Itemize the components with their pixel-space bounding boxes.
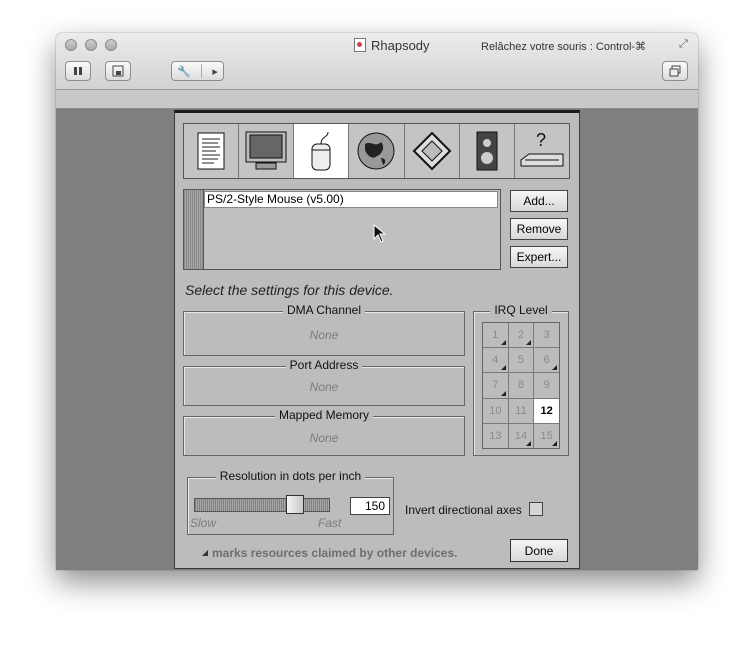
svg-text:?: ? [536, 130, 546, 150]
resolution-slider-thumb[interactable] [286, 495, 305, 514]
dma-channel-label: DMA Channel [282, 303, 366, 317]
resize-expand-icon[interactable]: ⤢ [679, 38, 688, 51]
dpi-value-field[interactable]: 150 [350, 497, 390, 515]
expert-button[interactable]: Expert... [510, 246, 568, 268]
irq-level-3[interactable]: 3 [534, 323, 559, 348]
mouse-pointer-icon [373, 224, 387, 243]
footnote: marks resources claimed by other devices… [202, 546, 457, 560]
irq-level-9[interactable]: 9 [534, 373, 559, 398]
irq-level-6[interactable]: 6 [534, 348, 559, 373]
mouse-icon [311, 131, 331, 171]
irq-level-13[interactable]: 13 [483, 423, 508, 448]
resolution-slider-track[interactable] [194, 498, 330, 512]
invert-axes-label: Invert directional axes [405, 503, 522, 517]
monitor-icon [245, 131, 287, 170]
category-scsi[interactable]: ? [514, 124, 569, 178]
slow-label: Slow [190, 516, 217, 530]
remove-button[interactable]: Remove [510, 218, 568, 240]
irq-grid: 1 2 3 4 5 6 7 8 9 10 11 12 13 14 15 [482, 322, 560, 449]
irq-level-11[interactable]: 11 [508, 398, 534, 423]
irq-level-8[interactable]: 8 [508, 373, 534, 398]
minimize-window-button[interactable] [85, 39, 97, 51]
mapped-memory-label: Mapped Memory [274, 408, 374, 422]
irq-level-group: IRQ Level 1 2 3 4 5 6 7 8 9 10 11 12 13 14 15 [473, 303, 569, 456]
zoom-window-button[interactable] [105, 39, 117, 51]
resolution-label: Resolution in dots per inch [215, 469, 366, 483]
list-item[interactable]: PS/2-Style Mouse (v5.00) [204, 191, 498, 208]
category-network[interactable] [404, 124, 460, 178]
scsi-help-icon: ? [520, 130, 564, 167]
pause-icon [74, 67, 82, 75]
fullscreen-button[interactable] [662, 61, 688, 81]
device-list[interactable]: PS/2-Style Mouse (v5.00) [183, 189, 501, 270]
irq-level-label: IRQ Level [490, 303, 552, 317]
done-button[interactable]: Done [510, 539, 568, 562]
screen-capture-icon [112, 65, 124, 77]
fast-label: Fast [318, 516, 342, 530]
add-button[interactable]: Add... [510, 190, 568, 212]
window-title: Rhapsody [354, 38, 430, 53]
irq-level-14[interactable]: 14 [508, 423, 534, 448]
network-diamond-icon [412, 131, 452, 171]
vm-document-icon [354, 38, 366, 52]
wrench-icon: 🔧 [177, 65, 191, 78]
irq-level-4[interactable]: 4 [483, 348, 508, 373]
category-monitor[interactable] [239, 124, 295, 178]
irq-level-2[interactable]: 2 [508, 323, 534, 348]
mapped-memory-group: Mapped Memory None [183, 408, 465, 456]
port-address-value: None [309, 380, 339, 394]
resolution-group: Resolution in dots per inch 150 Slow Fas… [187, 469, 394, 535]
release-mouse-hint: Relâchez votre souris : Control-⌘ [481, 41, 647, 53]
category-globe[interactable] [349, 124, 405, 178]
close-window-button[interactable] [65, 39, 77, 51]
speaker-icon [476, 131, 498, 171]
title-bar: Rhapsody Relâchez votre souris : Control… [56, 33, 698, 90]
port-address-group: Port Address None [183, 358, 465, 406]
irq-level-5[interactable]: 5 [508, 348, 534, 373]
vm-window: Rhapsody Relâchez votre souris : Control… [56, 33, 698, 570]
category-sound[interactable] [459, 124, 515, 178]
irq-level-7[interactable]: 7 [483, 373, 508, 398]
port-address-label: Port Address [285, 358, 363, 372]
irq-level-15[interactable]: 15 [534, 423, 559, 448]
settings-prompt: Select the settings for this device. [185, 282, 394, 298]
globe-icon [357, 132, 395, 170]
dma-channel-value: None [309, 328, 339, 342]
irq-level-1[interactable]: 1 [483, 323, 508, 348]
mapped-memory-value: None [309, 431, 339, 445]
dma-channel-group: DMA Channel None [183, 303, 465, 356]
pause-button[interactable] [65, 61, 91, 81]
list-drag-handle[interactable] [184, 190, 204, 269]
chevron-right-icon: ▸ [212, 65, 218, 78]
settings-button[interactable]: 🔧 ▸ [171, 61, 224, 81]
irq-level-12[interactable]: 12 [534, 398, 559, 423]
fullscreen-icon [669, 65, 681, 77]
invert-axes-checkbox[interactable] [529, 502, 543, 516]
screenshot-button[interactable] [105, 61, 131, 81]
category-mouse[interactable] [294, 124, 350, 178]
device-config-dialog: ? PS/2-Style Mouse (v5.00) Add... Remove… [174, 110, 580, 569]
category-icon-row: ? [183, 123, 570, 179]
claimed-marker-icon [202, 550, 208, 556]
vm-top-strip [56, 90, 698, 109]
document-icon [197, 132, 225, 170]
category-document[interactable] [184, 124, 240, 178]
irq-level-10[interactable]: 10 [483, 398, 508, 423]
